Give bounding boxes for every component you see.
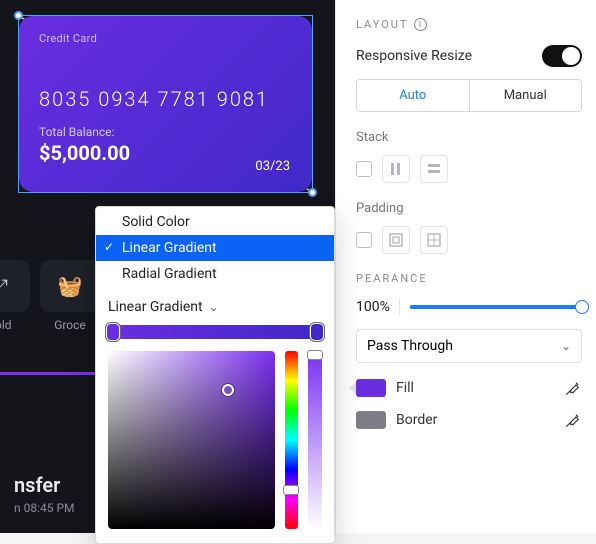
card-balance: $5,000.00 [39, 141, 292, 165]
eyedropper-icon[interactable] [564, 379, 582, 397]
hue-slider[interactable] [285, 351, 299, 529]
opacity-slider[interactable] [410, 305, 582, 309]
credit-card-artwork[interactable]: Credit Card 8035 0934 7781 9081 Total Ba… [19, 16, 312, 192]
sv-cursor[interactable] [222, 384, 234, 396]
opacity-row: 100% [356, 299, 582, 315]
fill-label: Fill [396, 380, 554, 396]
padding-checkbox[interactable] [356, 232, 372, 248]
card-balance-label: Total Balance: [39, 125, 292, 139]
responsive-toggle[interactable] [542, 45, 582, 67]
card-number: 8035 0934 7781 9081 [39, 87, 292, 111]
appearance-section-title: PEARANCE [356, 272, 582, 285]
transaction-time: n 08:45 PM [14, 501, 75, 515]
border-label: Border [396, 412, 554, 428]
selection-handle-top-left[interactable] [14, 11, 23, 20]
category-label: hold [0, 318, 30, 332]
transaction-item[interactable]: nsfer n 08:45 PM [0, 473, 89, 515]
alpha-slider-knob[interactable] [307, 350, 323, 360]
stack-horizontal-icon[interactable] [420, 155, 448, 183]
selection-handle-bottom-right[interactable] [308, 188, 317, 197]
padding-uniform-icon[interactable] [382, 226, 410, 254]
layout-section-title: LAYOUT i [356, 18, 582, 31]
menu-item-linear-gradient[interactable]: Linear Gradient [96, 235, 334, 261]
gradient-stop-end[interactable] [310, 323, 324, 341]
stack-controls [356, 155, 582, 183]
gradient-stop-start[interactable] [106, 323, 120, 341]
opacity-slider-knob[interactable] [575, 300, 589, 314]
opacity-slider-fill [410, 305, 582, 309]
gradient-type-label: Linear Gradient [108, 299, 203, 315]
stack-vertical-icon[interactable] [382, 155, 410, 183]
fill-swatch[interactable] [356, 379, 386, 397]
resize-mode-segmented: Auto Manual [356, 79, 582, 112]
resize-auto-button[interactable]: Auto [357, 80, 470, 111]
hue-slider-knob[interactable] [283, 485, 299, 495]
padding-controls [356, 226, 582, 254]
color-picker-body: Linear Gradient ⌄ [96, 289, 334, 543]
stack-checkbox[interactable] [356, 161, 372, 177]
transaction-title: nsfer [14, 473, 75, 497]
gradient-stops-track[interactable] [108, 325, 322, 339]
stack-label: Stack [356, 130, 582, 145]
selection-frame[interactable]: Credit Card 8035 0934 7781 9081 Total Ba… [18, 15, 313, 193]
menu-item-radial-gradient[interactable]: Radial Gradient [96, 261, 334, 287]
eyedropper-icon[interactable] [564, 411, 582, 429]
border-row[interactable]: Border [356, 411, 582, 429]
active-indicator-triangle [349, 382, 356, 394]
category-tile[interactable]: 🧺 [40, 260, 100, 312]
menu-item-solid-color[interactable]: Solid Color [96, 209, 334, 235]
resize-manual-button[interactable]: Manual [470, 80, 582, 111]
blend-mode-value: Pass Through [367, 338, 453, 354]
category-label: Groce [40, 318, 100, 332]
padding-individual-icon[interactable] [420, 226, 448, 254]
properties-panel: LAYOUT i Responsive Resize Auto Manual S… [335, 0, 596, 533]
alpha-slider[interactable] [308, 351, 322, 529]
card-expiry: 03/23 [255, 159, 290, 174]
basket-icon: 🧺 [58, 274, 83, 298]
responsive-label: Responsive Resize [356, 48, 472, 64]
border-swatch[interactable] [356, 411, 386, 429]
category-tile[interactable]: ⤢ [0, 260, 30, 312]
saturation-value-field[interactable] [108, 351, 275, 529]
gradient-type-menu: Solid Color Linear Gradient Radial Gradi… [96, 207, 334, 289]
chevron-down-icon: ⌄ [209, 300, 219, 314]
fill-row[interactable]: Fill [356, 379, 582, 397]
category-icon: ⤢ [0, 274, 8, 298]
blend-mode-select[interactable]: Pass Through ⌄ [356, 329, 582, 363]
color-picker-popover[interactable]: Solid Color Linear Gradient Radial Gradi… [95, 206, 335, 544]
card-label: Credit Card [39, 32, 292, 45]
layout-title-text: LAYOUT [356, 18, 408, 31]
chevron-down-icon: ⌄ [561, 339, 571, 353]
opacity-value[interactable]: 100% [356, 299, 400, 315]
padding-label: Padding [356, 201, 582, 216]
gradient-type-dropdown[interactable]: Linear Gradient ⌄ [108, 299, 322, 315]
info-icon[interactable]: i [414, 18, 427, 31]
responsive-resize-row: Responsive Resize [356, 45, 582, 67]
